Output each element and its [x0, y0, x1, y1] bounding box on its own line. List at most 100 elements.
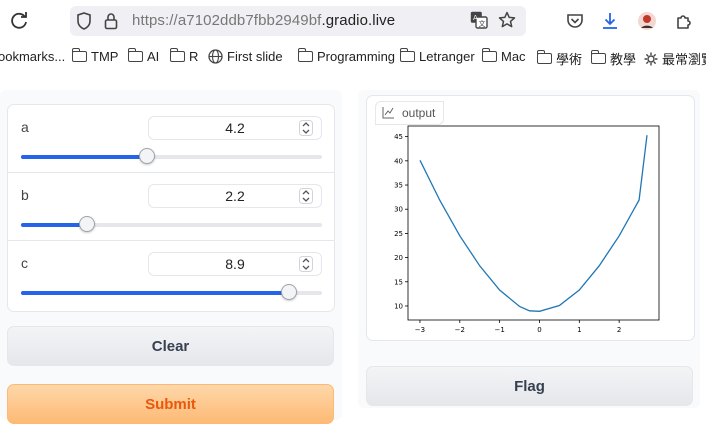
pocket-icon[interactable]	[565, 11, 585, 31]
slider-c-track[interactable]	[21, 284, 322, 300]
y-tick-label: 40	[394, 157, 403, 165]
slider-a-label: a	[21, 119, 29, 135]
slider-c-thumb[interactable]	[280, 284, 297, 300]
y-tick-label: 45	[394, 133, 403, 141]
reload-icon[interactable]	[8, 10, 30, 32]
x-tick-label: 1	[577, 326, 581, 334]
line-chart: −3 −2 −1 0 1 2 10 15 20 25 30 35 40 45	[394, 125, 660, 334]
output-panel: −3 −2 −1 0 1 2 10 15 20 25 30 35 40 45 output Flag	[358, 90, 700, 408]
slider-b-fill	[21, 223, 88, 227]
bookmark-label: Letranger	[419, 49, 475, 64]
slider-b-thumb[interactable]	[79, 216, 96, 232]
bookmark-folder[interactable]: TMP	[71, 48, 119, 64]
slider-a-track[interactable]	[21, 148, 322, 164]
gradio-app: a 4.2 b 2.2 c 8.9 Clear Submit −3 −2 −1 …	[0, 80, 706, 427]
x-tick-label: −1	[494, 326, 504, 334]
spinner-arrows-icon[interactable]	[299, 256, 313, 272]
y-tick-label: 35	[394, 182, 403, 190]
inputs-form: a 4.2 b 2.2 c 8.9	[7, 104, 335, 312]
chart-icon	[382, 107, 394, 119]
star-icon[interactable]	[498, 11, 516, 29]
bookmark-label: 學術	[556, 52, 583, 67]
url-subdomain: a7102ddb7fbb2949bf	[177, 12, 322, 29]
slider-b: b 2.2	[8, 173, 334, 241]
folder-icon	[127, 48, 143, 62]
svg-text:A: A	[473, 14, 478, 22]
slider-b-number-input[interactable]: 2.2	[148, 184, 322, 208]
download-icon[interactable]	[600, 11, 620, 31]
translate-icon[interactable]: A 文	[470, 11, 488, 29]
bookmark-folder[interactable]: Mac	[481, 48, 526, 64]
slider-a-thumb[interactable]	[139, 148, 156, 164]
folder-icon	[590, 50, 606, 64]
folder-icon	[297, 48, 313, 62]
bookmark-folder[interactable]: Programming	[297, 48, 396, 64]
url-domain: .gradio.live	[321, 12, 396, 29]
y-tick-label: 20	[394, 254, 403, 262]
extensions-icon[interactable]	[674, 11, 694, 31]
output-label-text: output	[402, 106, 436, 120]
bookmark-item[interactable]: ookmarks...	[0, 49, 65, 64]
slider-a-number-input[interactable]: 4.2	[148, 116, 322, 140]
bookmark-label: TMP	[91, 49, 119, 64]
bookmark-item[interactable]: 最常瀏覽	[644, 49, 706, 68]
lock-icon[interactable]	[104, 12, 118, 30]
slider-b-label: b	[21, 187, 29, 203]
clear-button[interactable]: Clear	[7, 326, 334, 366]
bookmark-folder[interactable]: Letranger	[399, 48, 475, 64]
svg-text:文: 文	[479, 19, 486, 28]
spinner-arrows-icon[interactable]	[299, 188, 313, 204]
url-prefix: https://	[132, 12, 178, 29]
bookmark-folder[interactable]: AI	[127, 48, 160, 64]
slider-a-fill	[21, 155, 148, 159]
shield-icon[interactable]	[76, 12, 92, 30]
bookmark-label: First slide	[227, 49, 283, 64]
spinner-arrows-icon[interactable]	[299, 120, 313, 136]
bookmark-label: 最常瀏覽	[662, 52, 706, 67]
series-line	[419, 135, 648, 312]
folder-icon	[399, 48, 415, 62]
bookmark-folder[interactable]: 學術	[536, 49, 583, 68]
flag-button[interactable]: Flag	[366, 366, 693, 406]
folder-icon	[169, 48, 185, 62]
input-panel: a 4.2 b 2.2 c 8.9 Clear Submit	[0, 90, 342, 424]
y-tick-label: 15	[394, 278, 403, 286]
slider-c-label: c	[21, 255, 28, 271]
output-label: output	[375, 101, 445, 125]
globe-icon	[208, 49, 223, 64]
browser-toolbar: https://a7102ddb7fbb2949bf.gradio.live A…	[0, 0, 706, 42]
url-text[interactable]: https://a7102ddb7fbb2949bf.gradio.live	[132, 12, 395, 29]
folder-icon	[71, 48, 87, 62]
slider-a: a 4.2	[8, 105, 334, 173]
folder-icon	[481, 48, 497, 62]
bookmark-folder[interactable]: R	[169, 48, 199, 64]
bookmark-folder[interactable]: 教學	[590, 49, 637, 68]
slider-c-number-input[interactable]: 8.9	[148, 252, 322, 276]
y-tick-label: 30	[394, 206, 403, 214]
y-tick-label: 25	[394, 230, 403, 238]
gear-icon	[644, 52, 658, 65]
slider-c: c 8.9	[8, 241, 334, 309]
bookmark-label: Mac	[501, 49, 526, 64]
bookmarks-bar: ookmarks... TMP AI R First slide Program…	[0, 42, 706, 72]
output-plot: −3 −2 −1 0 1 2 10 15 20 25 30 35 40 45 output	[366, 95, 695, 341]
bookmark-label: Programming	[317, 49, 396, 64]
slider-b-value: 2.2	[225, 188, 245, 204]
bookmark-label: AI	[147, 49, 160, 64]
x-tick-label: 0	[537, 326, 541, 334]
x-tick-label: −2	[455, 326, 465, 334]
x-tick-label: 2	[617, 326, 621, 334]
bookmark-label: R	[189, 49, 199, 64]
profile-avatar-icon[interactable]	[637, 11, 657, 31]
slider-a-value: 4.2	[225, 120, 245, 136]
submit-button[interactable]: Submit	[7, 384, 334, 424]
slider-c-value: 8.9	[225, 256, 245, 272]
bookmark-link[interactable]: First slide	[208, 49, 283, 64]
slider-b-track[interactable]	[21, 216, 322, 232]
folder-icon	[536, 50, 552, 64]
bookmark-label: 教學	[610, 52, 637, 67]
bookmark-label: ookmarks...	[0, 49, 66, 64]
plot-frame	[407, 125, 660, 321]
slider-c-fill	[21, 291, 289, 295]
x-tick-label: −3	[415, 326, 425, 334]
